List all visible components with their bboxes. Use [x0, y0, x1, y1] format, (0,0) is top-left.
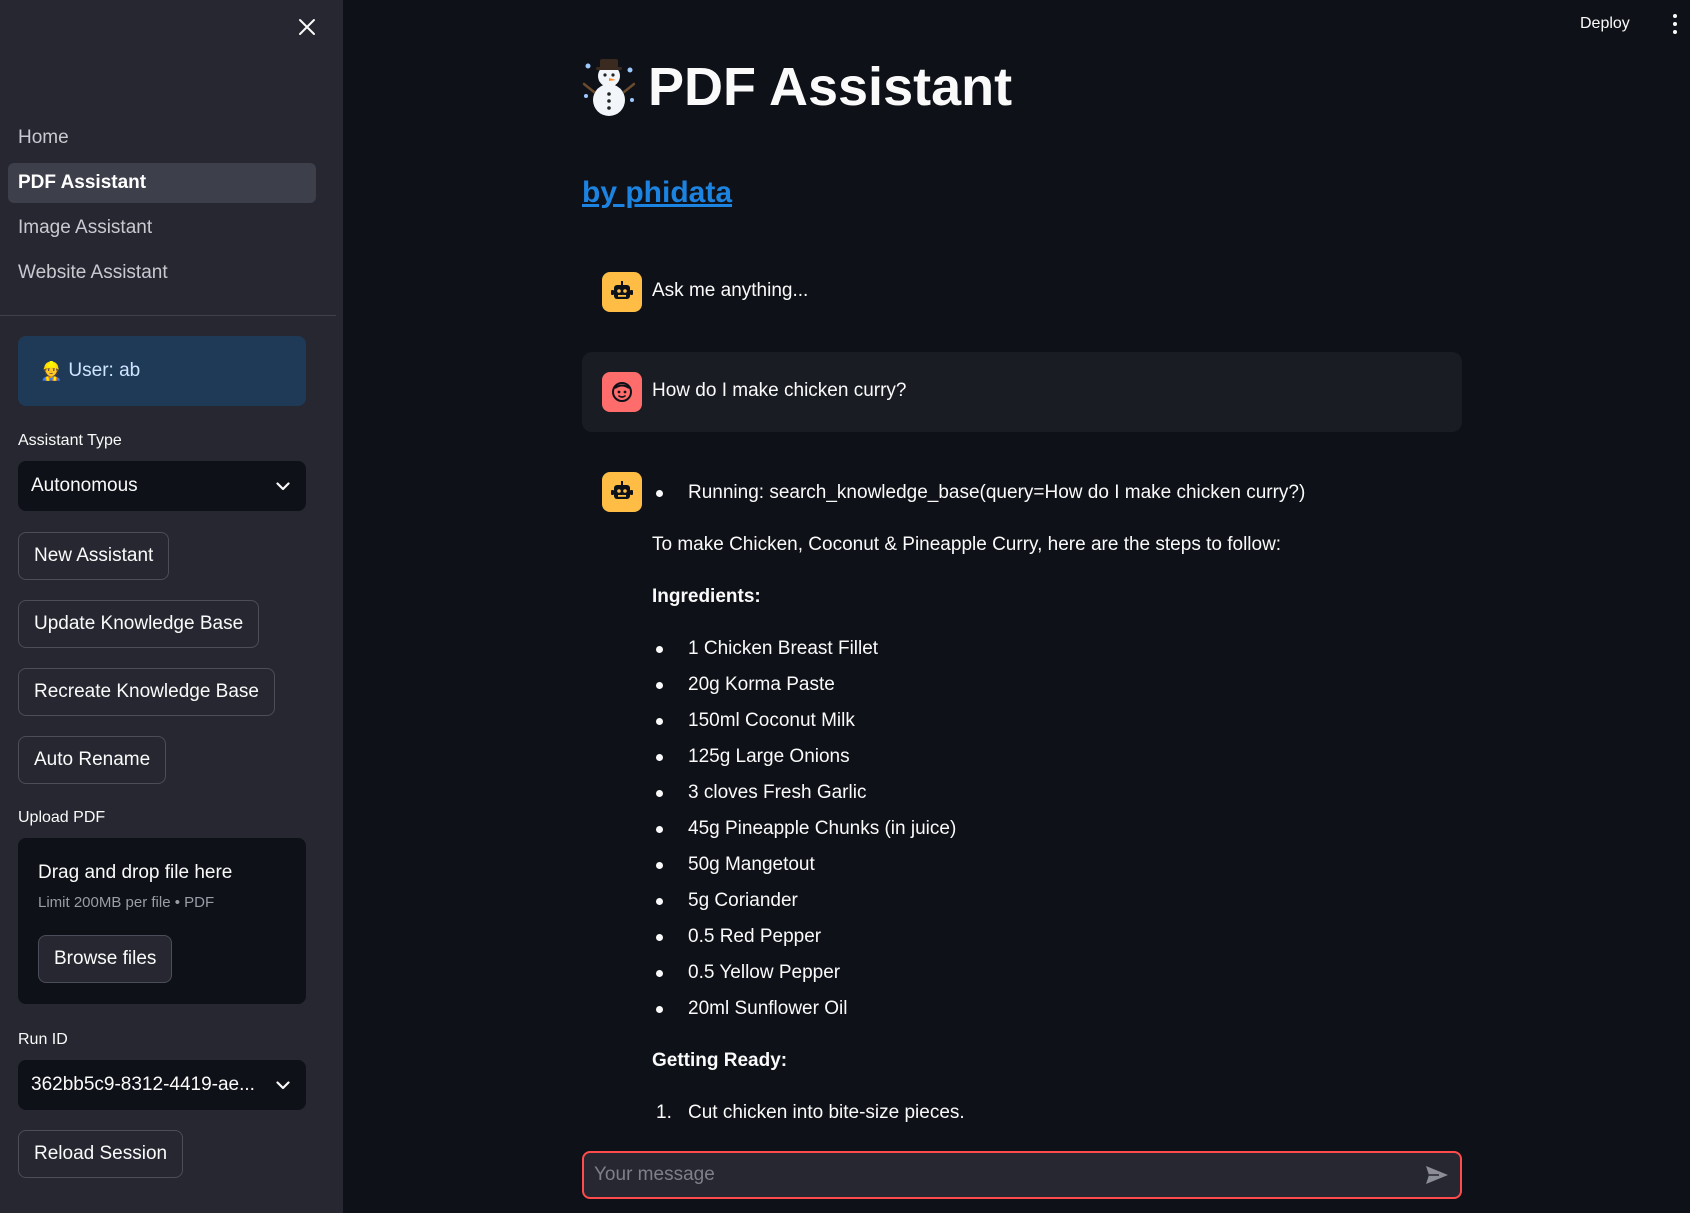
deploy-button[interactable]: Deploy [1580, 10, 1630, 38]
sidebar-nav: Home PDF Assistant Image Assistant Websi… [8, 118, 316, 298]
page-title: PDF Assistant [580, 56, 1012, 118]
robot-icon [611, 281, 633, 299]
dropzone-hint: Limit 200MB per file • PDF [38, 894, 215, 911]
chat-message-assistant: Ask me anything... [582, 272, 1462, 312]
chat-message-user: How do I make chicken curry? [582, 352, 1462, 432]
page-title-text: PDF Assistant [648, 57, 1013, 117]
chevron-down-icon [276, 481, 290, 490]
ingredient-item: 0.5 Yellow Pepper [652, 958, 1452, 994]
auto-rename-button[interactable]: Auto Rename [18, 736, 167, 784]
reload-session-button[interactable]: Reload Session [18, 1130, 184, 1178]
run-id-value: 362bb5c9-8312-4419-ae... [31, 1074, 255, 1095]
user-avatar [602, 372, 642, 412]
user-icon: 👷 [40, 360, 63, 381]
user-info-box: 👷 User: ab [18, 336, 306, 406]
run-id-label: Run ID [18, 1031, 68, 1048]
send-icon [1426, 1166, 1448, 1184]
chat-input-box [582, 1151, 1462, 1199]
ingredient-item: 125g Large Onions [652, 742, 1452, 778]
ingredient-item: 1 Chicken Breast Fillet [652, 634, 1452, 670]
close-sidebar-button[interactable] [292, 12, 322, 42]
user-label: User: ab [68, 360, 141, 381]
run-id-select[interactable]: 362bb5c9-8312-4419-ae... [18, 1060, 306, 1110]
send-button[interactable] [1414, 1153, 1460, 1197]
step-number: 1. [656, 1102, 672, 1123]
assistant-avatar [602, 272, 642, 312]
assistant-type-select[interactable]: Autonomous [18, 461, 306, 511]
assistant-avatar [602, 472, 642, 512]
new-assistant-button[interactable]: New Assistant [18, 532, 170, 580]
close-icon [299, 19, 315, 35]
kebab-dot [1673, 22, 1677, 26]
sidebar: Home PDF Assistant Image Assistant Websi… [0, 0, 343, 1213]
ingredient-item: 5g Coriander [652, 886, 1452, 922]
ingredient-item: 20g Korma Paste [652, 670, 1452, 706]
kebab-dot [1673, 30, 1677, 34]
ingredients-heading: Ingredients: [652, 586, 761, 607]
ingredient-item: 0.5 Red Pepper [652, 922, 1452, 958]
ingredient-item: 50g Mangetout [652, 850, 1452, 886]
nav-item-pdf-assistant[interactable]: PDF Assistant [8, 163, 316, 203]
file-dropzone[interactable]: Drag and drop file here Limit 200MB per … [18, 838, 306, 1004]
nav-item-image-assistant[interactable]: Image Assistant [8, 208, 316, 248]
chevron-down-icon [276, 1080, 290, 1089]
greeting-text: Ask me anything... [652, 280, 809, 301]
getting-ready-heading: Getting Ready: [652, 1050, 788, 1071]
steps-list: 1. Cut chicken into bite-size pieces. [652, 1098, 1452, 1128]
user-question-text: How do I make chicken curry? [652, 380, 907, 401]
ingredient-item: 150ml Coconut Milk [652, 706, 1452, 742]
nav-item-home[interactable]: Home [8, 118, 316, 158]
kebab-dot [1673, 14, 1677, 18]
recreate-knowledge-base-button[interactable]: Recreate Knowledge Base [18, 668, 275, 716]
snowman-icon [582, 59, 636, 116]
assistant-type-value: Autonomous [31, 475, 138, 496]
phidata-link[interactable]: by phidata [582, 176, 732, 210]
face-icon [612, 382, 632, 402]
chat-message-input[interactable] [584, 1153, 1414, 1197]
step-text: Cut chicken into bite-size pieces. [688, 1102, 965, 1123]
upload-pdf-label: Upload PDF [18, 809, 106, 826]
tool-call-list: Running: search_knowledge_base(query=How… [652, 478, 1452, 508]
ingredient-item: 20ml Sunflower Oil [652, 994, 1452, 1030]
assistant-type-label: Assistant Type [18, 432, 122, 449]
ingredients-list: 1 Chicken Breast Fillet 20g Korma Paste … [652, 634, 1452, 1030]
step-item: 1. Cut chicken into bite-size pieces. [652, 1098, 1452, 1128]
robot-icon [611, 481, 633, 499]
ingredient-item: 45g Pineapple Chunks (in juice) [652, 814, 1452, 850]
dropzone-title: Drag and drop file here [38, 862, 233, 883]
update-knowledge-base-button[interactable]: Update Knowledge Base [18, 600, 260, 648]
main-menu-button[interactable] [1668, 12, 1682, 36]
sidebar-divider [0, 315, 336, 316]
tool-call-item: Running: search_knowledge_base(query=How… [652, 478, 1452, 508]
assistant-response: Running: search_knowledge_base(query=How… [652, 478, 1452, 1128]
browse-files-button[interactable]: Browse files [38, 935, 173, 983]
response-intro: To make Chicken, Coconut & Pineapple Cur… [652, 534, 1282, 555]
ingredient-item: 3 cloves Fresh Garlic [652, 778, 1452, 814]
nav-item-website-assistant[interactable]: Website Assistant [8, 253, 316, 293]
